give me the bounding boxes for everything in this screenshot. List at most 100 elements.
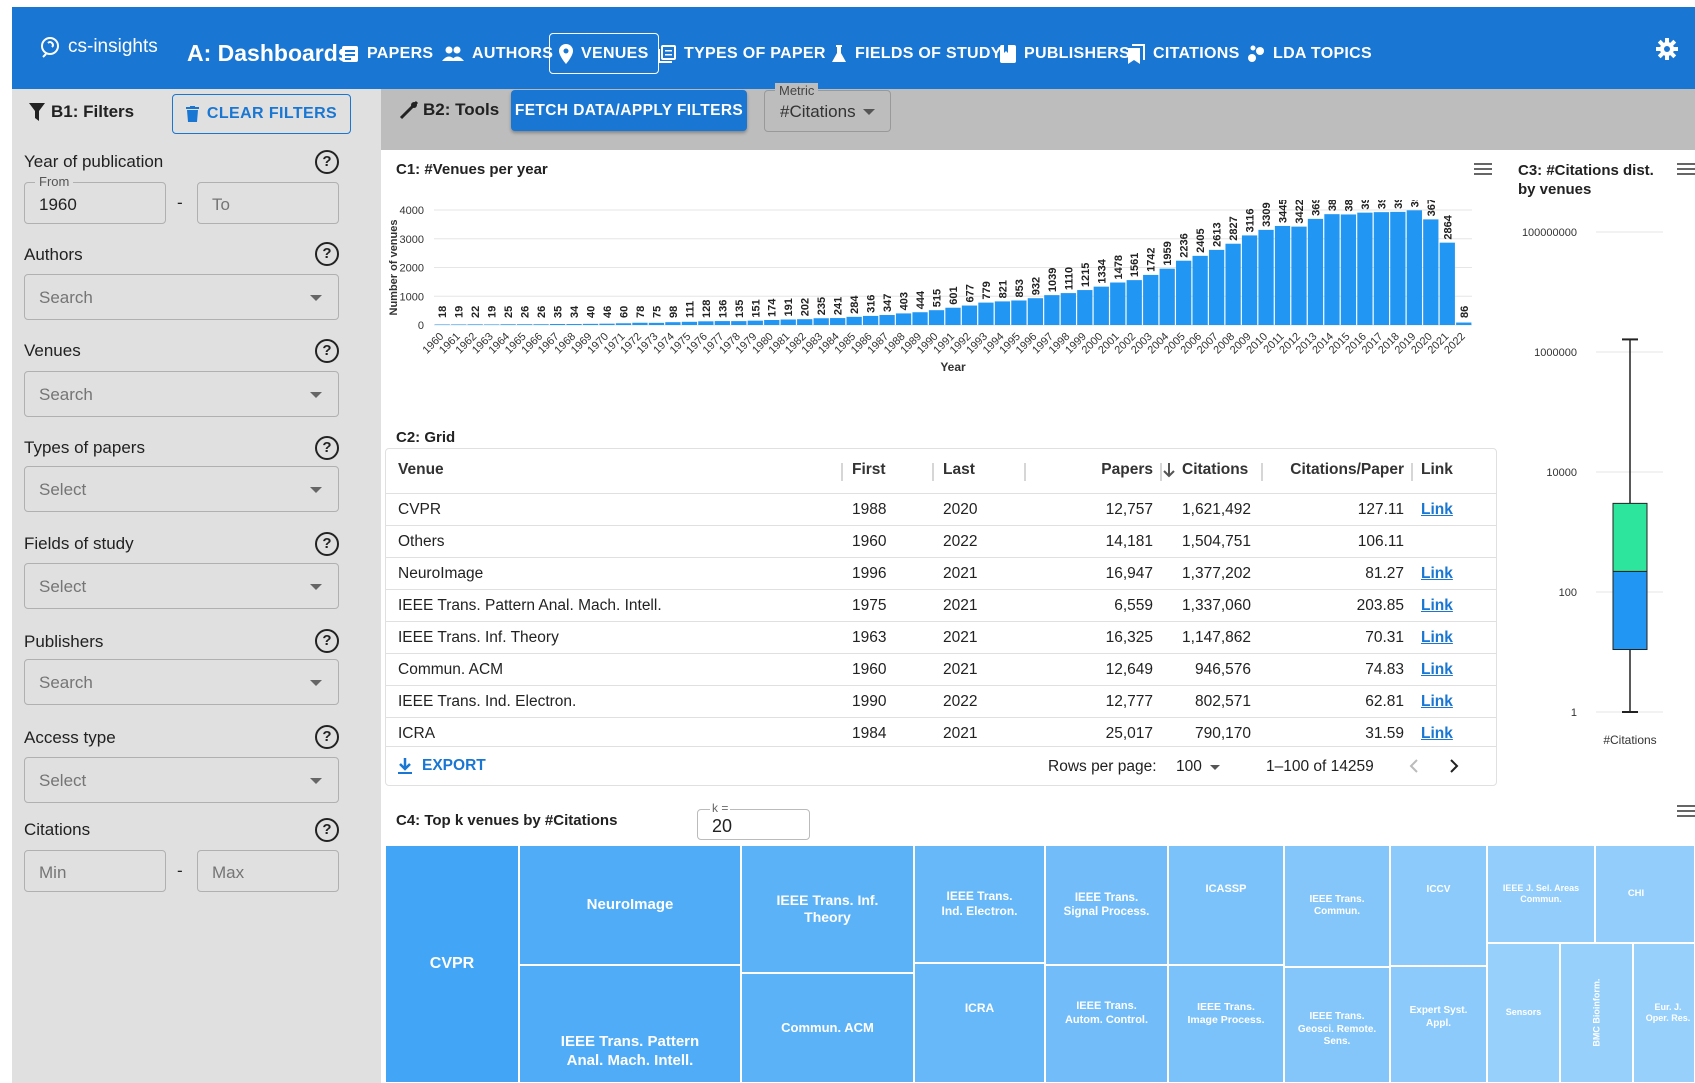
prev-page-button[interactable]: [1404, 756, 1424, 781]
bar[interactable]: [599, 323, 615, 325]
bar[interactable]: [1176, 260, 1192, 325]
bar[interactable]: [434, 324, 450, 325]
logo[interactable]: cs-insights: [38, 35, 158, 59]
bar[interactable]: [698, 321, 714, 325]
bar[interactable]: [1044, 295, 1060, 325]
chart-menu-icon[interactable]: [1677, 805, 1695, 817]
help-icon[interactable]: ?: [315, 242, 339, 266]
treemap-tile-ind-electron[interactable]: IEEE Trans. Ind. Electron.: [914, 845, 1045, 963]
treemap-tile-signal-process[interactable]: IEEE Trans. Signal Process.: [1045, 845, 1168, 965]
box-lower[interactable]: [1612, 570, 1648, 651]
settings-button[interactable]: [1655, 37, 1679, 66]
treemap-tile-ieee-commun[interactable]: IEEE Trans. Commun.: [1284, 845, 1390, 967]
nav-citations[interactable]: CITATIONS: [1118, 33, 1249, 74]
publishers-search[interactable]: Search: [24, 659, 339, 705]
bar[interactable]: [1439, 242, 1455, 325]
cell-link[interactable]: Link: [1421, 725, 1453, 743]
bar[interactable]: [994, 301, 1011, 325]
bar[interactable]: [1208, 249, 1225, 325]
bar[interactable]: [1225, 243, 1241, 325]
bar[interactable]: [665, 322, 681, 325]
bar[interactable]: [912, 312, 928, 325]
bar[interactable]: [1093, 286, 1109, 325]
bar[interactable]: [879, 315, 895, 325]
help-icon[interactable]: ?: [315, 339, 339, 363]
bar[interactable]: [1011, 300, 1027, 325]
bar[interactable]: [797, 319, 813, 325]
bar[interactable]: [1258, 229, 1274, 325]
bar[interactable]: [1406, 210, 1422, 325]
bar[interactable]: [566, 324, 582, 325]
nav-authors[interactable]: AUTHORS: [433, 33, 562, 74]
bar[interactable]: [978, 302, 994, 325]
treemap-tile-inf-theory[interactable]: IEEE Trans. Inf. Theory: [741, 845, 914, 973]
table-row[interactable]: Commun. ACM 1960 2021 12,649 946,576 74.83 Lin…: [386, 653, 1496, 685]
treemap-tile-cvpr[interactable]: CVPR: [385, 845, 519, 1083]
treemap-tile-bmc-bioinform[interactable]: BMC Bioinform.: [1560, 943, 1633, 1083]
bar[interactable]: [533, 324, 549, 325]
bar[interactable]: [1126, 280, 1142, 325]
treemap-tile-icra[interactable]: ICRA: [914, 963, 1045, 1083]
table-row[interactable]: Others 1960 2022 14,181 1,504,751 106.11: [386, 525, 1496, 557]
bar[interactable]: [1291, 226, 1307, 325]
col-citations[interactable]: Citations: [1162, 461, 1248, 479]
bar[interactable]: [648, 322, 665, 325]
cell-link[interactable]: Link: [1421, 629, 1453, 647]
bar[interactable]: [1159, 268, 1175, 325]
bar[interactable]: [582, 323, 599, 325]
col-citations-per-paper[interactable]: Citations/Paper: [1266, 461, 1404, 479]
treemap-tile-pami[interactable]: IEEE Trans. Pattern Anal. Mach. Intell.: [519, 965, 741, 1083]
clear-filters-button[interactable]: CLEAR FILTERS: [172, 94, 351, 134]
treemap-tile-geosci[interactable]: IEEE Trans. Geosci. Remote. Sens.: [1284, 967, 1390, 1083]
bar[interactable]: [961, 305, 978, 325]
help-icon[interactable]: ?: [315, 818, 339, 842]
bar[interactable]: [764, 319, 780, 325]
chart-menu-icon[interactable]: [1474, 163, 1492, 175]
table-row[interactable]: CVPR 1988 2020 12,757 1,621,492 127.11 Link: [386, 493, 1496, 525]
cell-link[interactable]: Link: [1421, 661, 1453, 679]
treemap-tile-image-process[interactable]: IEEE Trans. Image Process.: [1168, 965, 1284, 1083]
nav-types-of-paper[interactable]: TYPES OF PAPER: [649, 33, 835, 74]
bar[interactable]: [714, 321, 730, 325]
nav-fields-of-study[interactable]: FIELDS OF STUDY: [822, 33, 1011, 74]
year-to-input[interactable]: To: [197, 182, 339, 224]
bar[interactable]: [1274, 225, 1291, 325]
col-separator[interactable]: [1261, 463, 1263, 481]
nav-publishers[interactable]: PUBLISHERS: [991, 33, 1139, 74]
col-link[interactable]: Link: [1421, 461, 1453, 479]
citations-max-input[interactable]: Max: [197, 850, 339, 892]
types-select[interactable]: Select: [24, 466, 339, 512]
bar[interactable]: [1241, 235, 1258, 325]
treemap-tile-iccv[interactable]: ICCV: [1390, 845, 1487, 966]
nav-venues[interactable]: VENUES: [549, 33, 659, 74]
bar[interactable]: [747, 320, 763, 325]
bar[interactable]: [1077, 290, 1093, 325]
bar[interactable]: [1423, 219, 1439, 325]
treemap-tile-expert-syst[interactable]: Expert Syst. Appl.: [1390, 966, 1487, 1083]
k-input[interactable]: k = 20: [697, 801, 810, 840]
treemap-tile-ejor[interactable]: Eur. J. Oper. Res.: [1633, 943, 1695, 1083]
bar[interactable]: [681, 321, 698, 325]
bar[interactable]: [780, 319, 796, 325]
table-row[interactable]: IEEE Trans. Pattern Anal. Mach. Intell. 1…: [386, 589, 1496, 621]
bar[interactable]: [1110, 282, 1126, 325]
help-icon[interactable]: ?: [315, 629, 339, 653]
bar[interactable]: [945, 307, 961, 325]
cell-link[interactable]: Link: [1421, 693, 1453, 711]
bar[interactable]: [1390, 211, 1406, 325]
col-separator[interactable]: [1411, 463, 1413, 481]
nav-lda-topics[interactable]: LDA TOPICS: [1238, 33, 1381, 74]
col-last[interactable]: Last: [943, 461, 975, 479]
col-venue[interactable]: Venue: [398, 461, 444, 479]
col-first[interactable]: First: [852, 461, 886, 479]
col-papers[interactable]: Papers: [1073, 461, 1153, 479]
cell-link[interactable]: Link: [1421, 597, 1453, 615]
col-separator[interactable]: [1024, 463, 1026, 481]
col-separator[interactable]: [932, 463, 934, 481]
table-row[interactable]: NeuroImage 1996 2021 16,947 1,377,202 81.27 Li…: [386, 557, 1496, 589]
bar[interactable]: [895, 313, 912, 325]
help-icon[interactable]: ?: [315, 436, 339, 460]
treemap-tile-neuroimage[interactable]: NeuroImage: [519, 845, 741, 965]
help-icon[interactable]: ?: [315, 532, 339, 556]
help-icon[interactable]: ?: [315, 150, 339, 174]
